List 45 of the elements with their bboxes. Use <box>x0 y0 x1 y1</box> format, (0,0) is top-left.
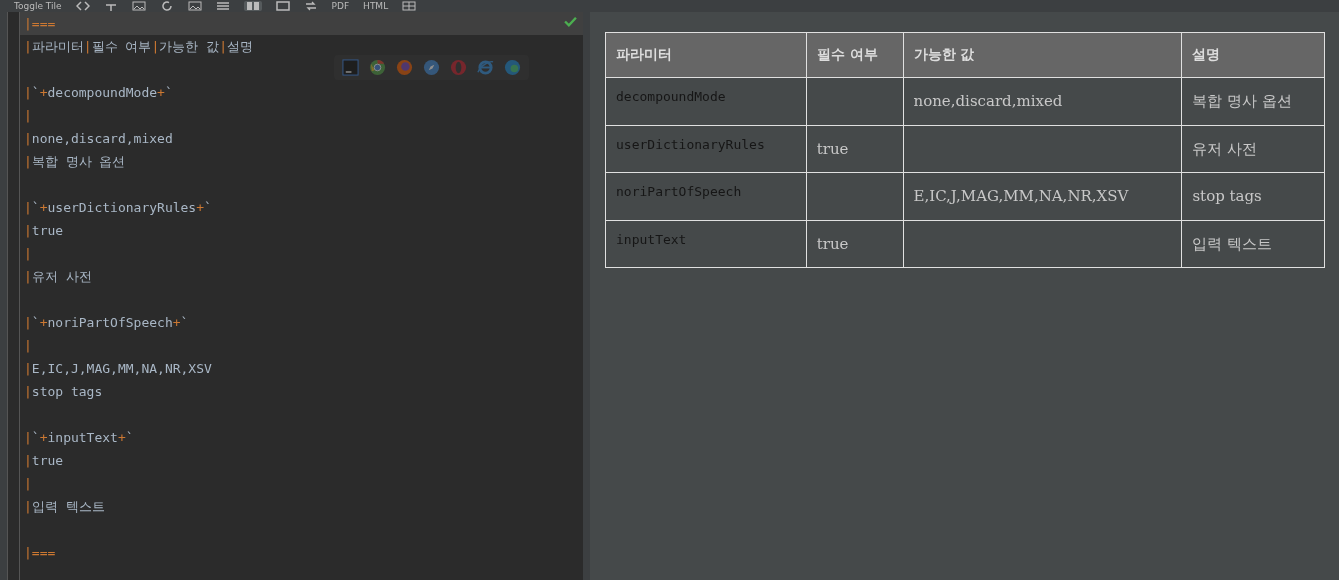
column-header: 설명 <box>1181 32 1325 78</box>
column-header: 가능한 값 <box>903 32 1182 78</box>
code-line: |=== <box>23 544 57 562</box>
code-line: | <box>23 337 33 355</box>
code-line: | <box>23 107 33 125</box>
code-line: | <box>23 245 33 263</box>
column-header: 파라미터 <box>605 32 807 78</box>
browser-icon[interactable] <box>369 59 386 76</box>
browser-icon[interactable] <box>423 59 440 76</box>
toolbar-button[interactable]: PDF <box>331 0 350 12</box>
code-line: |복합 명사 옵션 <box>23 153 127 171</box>
table-icon[interactable] <box>402 1 417 11</box>
code-line: |`+noriPartOfSpeech+` <box>23 314 190 332</box>
browser-icon[interactable] <box>342 59 359 76</box>
code-line: |`+userDictionaryRules+` <box>23 199 213 217</box>
code-line: |none,discard,mixed <box>23 130 174 148</box>
code-line: |stop tags <box>23 383 104 401</box>
code-line: | <box>23 475 33 493</box>
code-line: |true <box>23 222 65 240</box>
code-line: |E,IC,J,MAG,MM,NA,NR,XSV <box>23 360 213 378</box>
image-icon[interactable] <box>187 1 202 11</box>
table-cell: true <box>806 125 903 173</box>
table-cell: true <box>806 220 903 268</box>
code-line: |유저 사전 <box>23 268 93 286</box>
table-cell: 복합 명사 옵션 <box>1181 77 1325 125</box>
lines-icon[interactable] <box>215 1 230 11</box>
code-line: |`+decompoundMode+` <box>23 84 174 102</box>
table-cell: 입력 텍스트 <box>1181 220 1325 268</box>
table-cell: E,IC,J,MAG,MM,NA,NR,XSV <box>903 172 1182 220</box>
code-icon[interactable] <box>75 1 90 11</box>
table-cell: stop tags <box>1181 172 1325 220</box>
code-line: |파라미터|필수 여부|가능한 값|설명 <box>23 38 254 56</box>
code-line: |입력 텍스트 <box>23 498 106 516</box>
toolbar-button[interactable]: Toggle Tile <box>14 0 62 12</box>
column-header: 필수 여부 <box>806 32 903 78</box>
code-line: |true <box>23 452 65 470</box>
refresh-icon[interactable] <box>159 1 174 11</box>
table-cell: none,discard,mixed <box>903 77 1182 125</box>
code-line: |`+inputText+` <box>23 429 135 447</box>
image-icon[interactable] <box>131 1 146 11</box>
toolbar-button[interactable]: HTML <box>363 0 389 12</box>
browser-icon[interactable] <box>504 59 521 76</box>
preview-icon[interactable] <box>275 1 290 11</box>
table-cell: 유저 사전 <box>1181 125 1325 173</box>
sync-icon[interactable] <box>303 1 318 11</box>
